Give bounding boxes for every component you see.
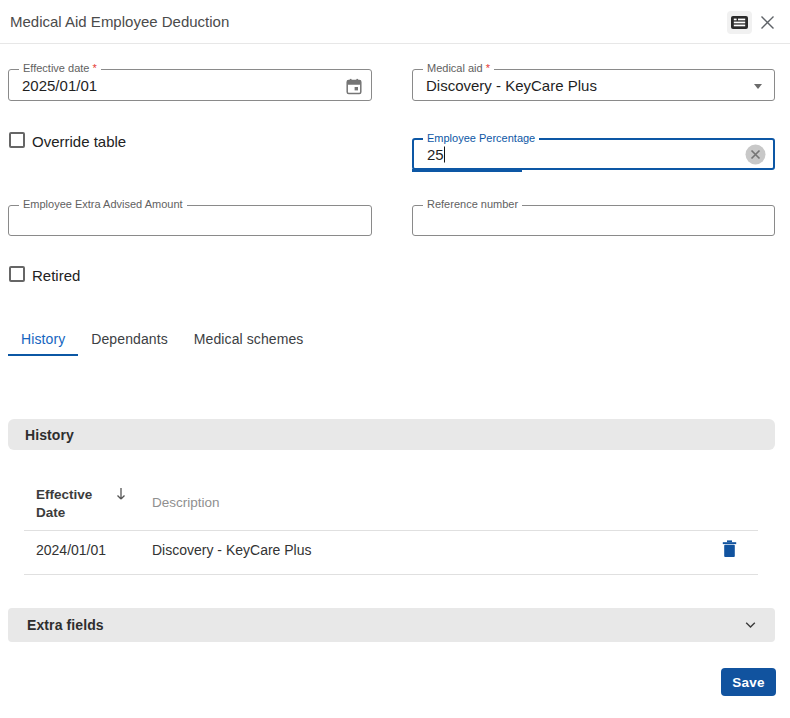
reference-number-label: Reference number	[423, 198, 522, 210]
tab-medical-schemes[interactable]: Medical schemes	[181, 322, 317, 356]
tab-bar: History Dependants Medical schemes	[8, 322, 316, 356]
table-row-divider	[24, 574, 758, 575]
tab-dependants[interactable]: Dependants	[78, 322, 181, 356]
dropdown-arrow-icon[interactable]	[754, 84, 762, 89]
audit-trail-button[interactable]	[727, 11, 752, 34]
column-header-effective-date[interactable]: Effective Date	[36, 486, 98, 521]
employee-extra-advised-amount-field[interactable]: Employee Extra Advised Amount	[8, 205, 372, 236]
medical-aid-select[interactable]: Medical aid* Discovery - KeyCare Plus	[412, 69, 775, 101]
employee-percentage-field[interactable]: Employee Percentage 25	[412, 138, 775, 170]
reference-number-field[interactable]: Reference number	[412, 205, 775, 236]
text-caret	[444, 147, 446, 163]
retired-checkbox[interactable]	[9, 266, 25, 282]
dialog-title: Medical Aid Employee Deduction	[10, 13, 229, 30]
extra-fields-title: Extra fields	[27, 617, 104, 633]
sort-descending-icon[interactable]	[115, 487, 127, 505]
history-row-description: Discovery - KeyCare Plus	[152, 542, 312, 558]
column-header-description[interactable]: Description	[152, 495, 220, 510]
table-header-divider	[24, 530, 758, 531]
effective-date-value: 2025/01/01	[22, 77, 97, 94]
history-section-title: History	[25, 427, 74, 443]
list-panel-icon	[731, 16, 748, 29]
history-section-header: History	[8, 419, 775, 450]
header-divider	[0, 43, 790, 44]
medical-aid-label: Medical aid*	[423, 62, 494, 74]
close-icon	[760, 15, 775, 30]
close-button[interactable]	[758, 13, 776, 31]
extra-fields-section-header[interactable]: Extra fields	[8, 608, 775, 642]
calendar-icon[interactable]	[346, 78, 362, 95]
employee-percentage-label: Employee Percentage	[423, 132, 539, 144]
employee-percentage-value: 25	[427, 146, 445, 163]
override-table-checkbox[interactable]	[9, 132, 25, 148]
override-table-label: Override table	[32, 133, 126, 150]
tab-history[interactable]: History	[8, 322, 78, 356]
chevron-down-icon	[745, 622, 756, 629]
delete-row-button[interactable]	[722, 540, 740, 559]
retired-label: Retired	[32, 267, 80, 284]
save-button[interactable]: Save	[721, 668, 776, 696]
effective-date-label: Effective date*	[19, 62, 101, 74]
focus-underline	[412, 169, 522, 172]
clear-value-button[interactable]	[745, 144, 766, 165]
history-row-effective-date: 2024/01/01	[36, 542, 106, 558]
medical-aid-value: Discovery - KeyCare Plus	[426, 77, 597, 94]
effective-date-field[interactable]: Effective date* 2025/01/01	[8, 69, 372, 101]
employee-extra-advised-amount-label: Employee Extra Advised Amount	[19, 198, 187, 210]
